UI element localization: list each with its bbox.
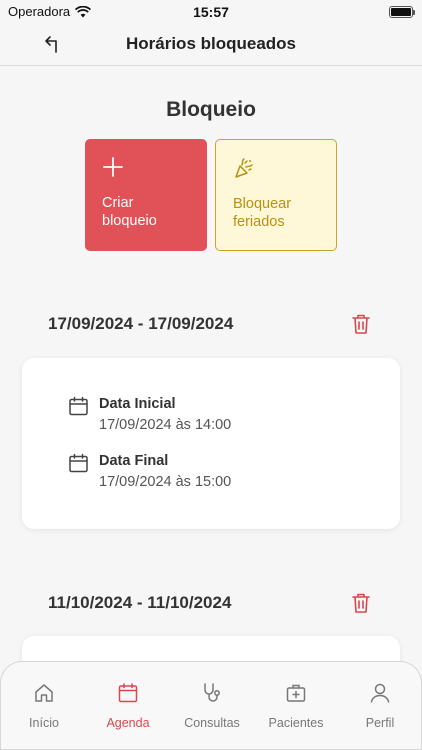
block-date-range: 17/09/2024 - 17/09/2024 xyxy=(48,314,234,333)
calendar-icon xyxy=(115,680,141,706)
delete-block-button[interactable] xyxy=(348,590,374,616)
medical-case-icon xyxy=(283,680,309,706)
tab-bar: Início Agenda Consultas Pacientes Perfil xyxy=(0,661,422,750)
calendar-icon xyxy=(69,396,88,416)
create-block-label: Criar bloqueio xyxy=(102,195,157,229)
create-block-button[interactable]: Criar bloqueio xyxy=(85,139,207,251)
start-date-label: Data Inicial xyxy=(99,396,176,412)
plus-icon xyxy=(103,157,123,177)
section-title: Bloqueio xyxy=(166,98,256,121)
tab-inicio[interactable]: Início xyxy=(2,680,86,730)
end-date-value: 17/09/2024 às 15:00 xyxy=(99,474,232,490)
tab-label: Consultas xyxy=(184,716,240,730)
battery-icon xyxy=(389,6,415,18)
navigation-bar: Horários bloqueados xyxy=(0,24,422,66)
start-date-value: 17/09/2024 às 14:00 xyxy=(99,417,232,433)
end-date-row: Data Final 17/09/2024 às 15:00 xyxy=(68,453,231,491)
block-header: 11/10/2024 - 11/10/2024 xyxy=(48,588,374,618)
delete-block-button[interactable] xyxy=(348,311,374,337)
tab-label: Perfil xyxy=(365,716,395,730)
tab-label: Pacientes xyxy=(268,716,324,730)
block-header: 17/09/2024 - 17/09/2024 xyxy=(48,309,374,339)
start-date-row: Data Inicial 17/09/2024 às 14:00 xyxy=(68,396,231,434)
home-icon xyxy=(31,680,57,706)
user-icon xyxy=(367,680,393,706)
block-date-range: 11/10/2024 - 11/10/2024 xyxy=(48,593,232,612)
tab-label: Início xyxy=(29,716,59,730)
tab-label: Agenda xyxy=(106,716,150,730)
calendar-icon xyxy=(69,453,88,473)
trash-icon xyxy=(352,314,370,334)
status-time: 15:57 xyxy=(193,4,229,20)
tab-consultas[interactable]: Consultas xyxy=(170,680,254,730)
page-title: Horários bloqueados xyxy=(125,34,297,53)
tab-agenda[interactable]: Agenda xyxy=(86,680,170,730)
block-holidays-label: Bloquear feriados xyxy=(233,196,292,230)
block-card: Data Inicial 17/09/2024 às 14:00 Data Fi… xyxy=(22,358,400,529)
tab-perfil[interactable]: Perfil xyxy=(338,680,422,730)
stethoscope-icon xyxy=(199,680,225,706)
trash-icon xyxy=(352,593,370,613)
party-popper-icon xyxy=(235,158,253,178)
status-bar: Operadora 15:57 xyxy=(0,0,422,24)
end-date-label: Data Final xyxy=(99,453,169,469)
tab-pacientes[interactable]: Pacientes xyxy=(254,680,338,730)
block-holidays-button[interactable]: Bloquear feriados xyxy=(215,139,337,251)
